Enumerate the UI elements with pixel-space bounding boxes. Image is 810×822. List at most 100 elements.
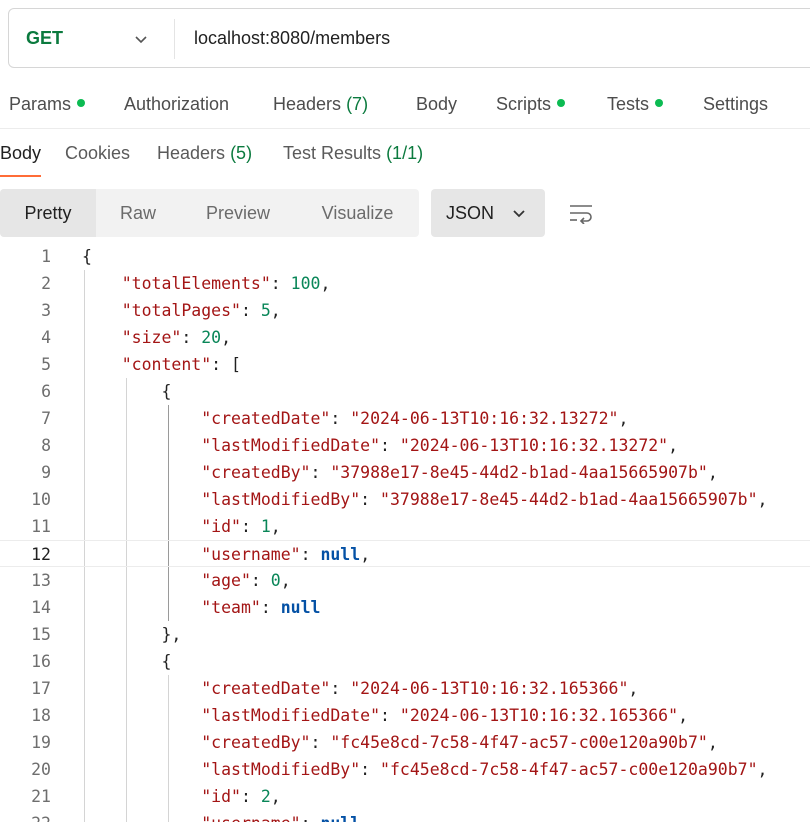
tab-count: (5) — [230, 143, 253, 163]
line-number: 21 — [31, 787, 51, 806]
status-dot — [77, 99, 86, 108]
code-line: 9 "createdBy": "37988e17-8e45-44d2-b1ad-… — [0, 459, 810, 486]
line-text: "lastModifiedBy": "37988e17-8e45-44d2-b1… — [201, 490, 768, 509]
tab-label: Authorization — [124, 94, 230, 114]
tab-authorization[interactable]: Authorization — [124, 94, 229, 115]
response-tab-test-results[interactable]: Test Results (1/1) — [283, 143, 423, 164]
tab-label: Headers — [273, 94, 342, 114]
line-number: 14 — [31, 598, 51, 617]
code-line: 1{ — [0, 243, 810, 270]
code-line: 15 }, — [0, 621, 810, 648]
chevron-down-icon[interactable] — [133, 31, 149, 47]
line-text: "totalPages": 5, — [121, 301, 281, 320]
tab-label: Scripts — [496, 94, 552, 114]
wrap-lines-icon[interactable] — [568, 202, 594, 224]
tab-settings[interactable]: Settings — [703, 94, 768, 115]
tab-params[interactable]: Params — [9, 94, 86, 115]
line-text: "username": null, — [201, 545, 371, 564]
tab-label: Headers — [157, 143, 226, 163]
tab-tests[interactable]: Tests — [607, 94, 664, 115]
code-line: 3 "totalPages": 5, — [0, 297, 810, 324]
code-line: 4 "size": 20, — [0, 324, 810, 351]
divider — [174, 19, 175, 59]
line-number: 16 — [31, 652, 51, 671]
line-number: 11 — [31, 517, 51, 536]
line-text: "id": 2, — [201, 787, 281, 806]
line-number: 6 — [41, 382, 51, 401]
line-text: "createdDate": "2024-06-13T10:16:32.1653… — [201, 679, 639, 698]
response-tab-body[interactable]: Body — [0, 143, 41, 164]
active-tab-underline — [0, 175, 41, 177]
code-line: 10 "lastModifiedBy": "37988e17-8e45-44d2… — [0, 486, 810, 513]
code-line: 20 "lastModifiedBy": "fc45e8cd-7c58-4f47… — [0, 756, 810, 783]
format-label: JSON — [446, 203, 495, 223]
code-line: 16 { — [0, 648, 810, 675]
view-pretty-button[interactable]: Pretty — [0, 189, 96, 237]
code-line: 19 "createdBy": "fc45e8cd-7c58-4f47-ac57… — [0, 729, 810, 756]
format-select[interactable]: JSON — [431, 189, 545, 237]
status-dot — [557, 99, 566, 108]
tab-label: Test Results — [283, 143, 382, 163]
view-raw-button[interactable]: Raw — [96, 189, 180, 237]
line-number: 3 — [41, 301, 51, 320]
code-line: 6 { — [0, 378, 810, 405]
line-number: 18 — [31, 706, 51, 725]
chevron-down-icon — [513, 210, 525, 218]
tab-label: Body — [0, 143, 42, 163]
code-line: 21 "id": 2, — [0, 783, 810, 810]
code-line: 14 "team": null — [0, 594, 810, 621]
code-line: 17 "createdDate": "2024-06-13T10:16:32.1… — [0, 675, 810, 702]
line-text: { — [82, 247, 92, 266]
line-text: "team": null — [201, 598, 321, 617]
response-tab-cookies[interactable]: Cookies — [65, 143, 130, 164]
line-text: { — [161, 382, 172, 401]
code-line: 7 "createdDate": "2024-06-13T10:16:32.13… — [0, 405, 810, 432]
response-body-viewer[interactable]: 1{2 "totalElements": 100, 3 "totalPages":… — [0, 243, 810, 822]
code-line: 22 "username": null, — [0, 810, 810, 822]
tab-label: Params — [9, 94, 72, 114]
line-text: "createdBy": "fc45e8cd-7c58-4f47-ac57-c0… — [201, 733, 718, 752]
line-text: "createdBy": "37988e17-8e45-44d2-b1ad-4a… — [201, 463, 718, 482]
status-dot — [655, 99, 664, 108]
line-text: { — [161, 652, 172, 671]
line-number: 10 — [31, 490, 51, 509]
line-number: 17 — [31, 679, 51, 698]
tab-body[interactable]: Body — [416, 94, 457, 115]
line-text: "createdDate": "2024-06-13T10:16:32.1327… — [201, 409, 629, 428]
line-number: 12 — [31, 545, 51, 564]
line-number: 19 — [31, 733, 51, 752]
response-tab-headers[interactable]: Headers (5) — [157, 143, 252, 164]
line-number: 4 — [41, 328, 51, 347]
line-text: "lastModifiedDate": "2024-06-13T10:16:32… — [201, 436, 679, 455]
line-text: "lastModifiedBy": "fc45e8cd-7c58-4f47-ac… — [201, 760, 768, 779]
tab-label: Cookies — [65, 143, 131, 163]
divider — [0, 128, 810, 129]
url-input[interactable]: localhost:8080/members — [194, 28, 390, 49]
tab-label: Body — [416, 94, 458, 114]
code-line: 11 "id": 1, — [0, 513, 810, 540]
tab-headers[interactable]: Headers (7) — [273, 94, 368, 115]
view-preview-button[interactable]: Preview — [180, 189, 296, 237]
tab-label: Settings — [703, 94, 769, 114]
line-text: "username": null, — [82, 810, 370, 822]
line-text: "totalElements": 100, — [121, 274, 331, 293]
code-line: 2 "totalElements": 100, — [0, 270, 810, 297]
line-text: }, — [161, 625, 182, 644]
tab-count: (1/1) — [386, 143, 424, 163]
line-text: "content": [ — [121, 355, 241, 374]
line-text: "lastModifiedDate": "2024-06-13T10:16:32… — [201, 706, 688, 725]
tab-count: (7) — [346, 94, 369, 114]
tab-label: Tests — [607, 94, 650, 114]
line-number: 9 — [41, 463, 51, 482]
line-number: 13 — [31, 571, 51, 590]
code-line: 5 "content": [ — [0, 351, 810, 378]
line-number: 22 — [0, 810, 51, 822]
line-number: 1 — [41, 247, 51, 266]
view-visualize-button[interactable]: Visualize — [296, 189, 419, 237]
code-line: 12 "username": null, — [0, 540, 810, 567]
tab-scripts[interactable]: Scripts — [496, 94, 566, 115]
line-text: "age": 0, — [201, 571, 291, 590]
code-line: 8 "lastModifiedDate": "2024-06-13T10:16:… — [0, 432, 810, 459]
line-text: "size": 20, — [121, 328, 232, 347]
method-select[interactable]: GET — [26, 28, 63, 49]
